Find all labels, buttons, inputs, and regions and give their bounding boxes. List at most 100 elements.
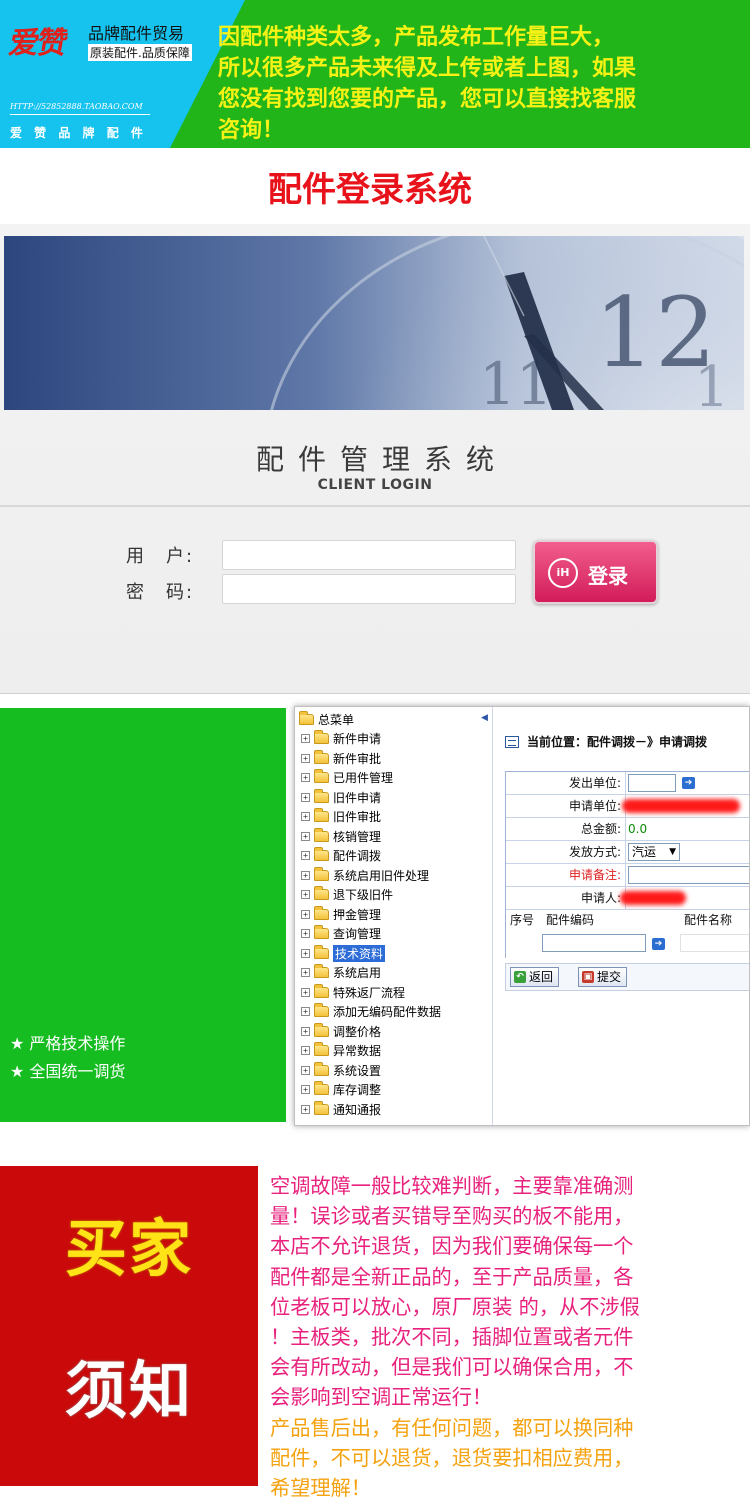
shipping-method-select[interactable]: 汽运 ▼ (628, 843, 680, 861)
username-input[interactable] (222, 540, 516, 570)
tree-item-label: 旧件审批 (333, 810, 382, 825)
part-name-input[interactable] (680, 934, 749, 952)
part-code-input[interactable] (542, 934, 646, 952)
folder-icon (314, 1100, 329, 1115)
back-button-label: 返回 (529, 970, 554, 984)
tree-item-label: 新件申请 (333, 732, 382, 747)
applicant-unit-value (622, 795, 749, 817)
tree-item-label: 特殊返厂流程 (333, 985, 406, 1000)
tree-list: + 新件申请 + 新件审批 + 已用件管理 + 旧件申请 + 旧件审批 + 核销管理 + 配件… (301, 729, 441, 1119)
login-button[interactable]: iH 登录 (533, 540, 658, 604)
expand-plus-icon[interactable]: + (301, 987, 310, 997)
submit-disk-icon: ▣ (582, 971, 594, 983)
folder-icon (314, 808, 329, 823)
expand-plus-icon[interactable]: + (301, 948, 310, 958)
expand-plus-icon[interactable]: + (301, 1026, 310, 1036)
expand-plus-icon[interactable]: + (301, 812, 310, 822)
tree-item[interactable]: + 异常数据 (301, 1041, 441, 1061)
tree-item[interactable]: + 旧件申请 (301, 788, 441, 808)
remark-input[interactable] (628, 866, 749, 884)
issuer-input[interactable] (628, 774, 676, 792)
submit-button-label: 提交 (597, 970, 622, 984)
remark-value (626, 864, 749, 886)
password-input[interactable] (222, 574, 516, 604)
folder-icon (314, 788, 329, 803)
parts-app-screenshot: 总菜单 ◀ + 新件申请 + 新件审批 + 已用件管理 + 旧件申请 + 旧件审批 + 核销… (294, 706, 750, 1126)
tree-item[interactable]: + 库存调整 (301, 1080, 441, 1100)
upload-notice-line: 咨询！ (218, 118, 285, 143)
expand-plus-icon[interactable]: + (301, 1007, 310, 1017)
buyer-notice-text: 空调故障一般比较难判断，主要靠准确测 量！误诊或者买错导至购买的板不能用， 本店… (270, 1171, 748, 1503)
notice-line: ！主板类，批次不同，插脚位置或者元件 (270, 1325, 634, 1350)
folder-icon (314, 886, 329, 901)
folder-icon (314, 769, 329, 784)
expand-plus-icon[interactable]: + (301, 734, 310, 744)
total-label: 总金额: (506, 818, 626, 840)
method-label: 发放方式: (506, 841, 626, 863)
expand-plus-icon[interactable]: + (301, 909, 310, 919)
expand-plus-icon[interactable]: + (301, 792, 310, 802)
page-title: 配件登录系统 (268, 170, 472, 210)
expand-plus-icon[interactable]: + (301, 1085, 310, 1095)
tree-item[interactable]: + 调整价格 (301, 1022, 441, 1042)
chevron-down-icon: ▼ (669, 847, 676, 857)
tree-item-label: 系统启用 (333, 966, 382, 981)
tree-item[interactable]: + 新件申请 (301, 729, 441, 749)
expand-plus-icon[interactable]: + (301, 968, 310, 978)
tree-item[interactable]: + 退下级旧件 (301, 885, 441, 905)
back-button[interactable]: ↶ 返回 (510, 967, 560, 987)
tree-item[interactable]: + 添加无编码配件数据 (301, 1002, 441, 1022)
folder-icon (314, 1003, 329, 1018)
login-subtitle: CLIENT LOGIN (317, 477, 433, 493)
shop-url[interactable]: HTTP://52852888.TAOBAO.COM (10, 102, 143, 111)
col-part-name: 配件名称 (684, 913, 733, 927)
tree-item[interactable]: + 系统启用 (301, 963, 441, 983)
tree-item[interactable]: + 新件审批 (301, 749, 441, 769)
form-row-method: 发放方式: 汽运 ▼ (506, 841, 749, 864)
expand-plus-icon[interactable]: + (301, 1065, 310, 1075)
tree-item[interactable]: + 通知通报 (301, 1100, 441, 1120)
upload-notice-line: 因配件种类太多，产品发布工作量巨大， (218, 25, 615, 50)
tree-item-label: 添加无编码配件数据 (333, 1005, 442, 1020)
upload-notice-line: 您没有找到您要的产品，您可以直接找客服 (218, 87, 637, 112)
lookup-arrow-icon[interactable]: ➔ (652, 938, 665, 950)
tree-item[interactable]: + 押金管理 (301, 905, 441, 925)
tree-item[interactable]: + 配件调拨 (301, 846, 441, 866)
expand-plus-icon[interactable]: + (301, 890, 310, 900)
product-detail-page: 爱赞 品牌配件贸易 原装配件.品质保障 HTTP://52852888.TAOB… (0, 0, 750, 1507)
notice-heading-notice: 须知 (64, 1354, 193, 1427)
folder-icon (314, 1042, 329, 1057)
tree-item[interactable]: + 核销管理 (301, 827, 441, 847)
shop-name: 爱 赞 品 牌 配 件 (10, 126, 147, 140)
shop-logo[interactable]: 爱赞 (6, 18, 70, 62)
expand-plus-icon[interactable]: + (301, 773, 310, 783)
expand-plus-icon[interactable]: + (301, 851, 310, 861)
menu-tree: 总菜单 ◀ + 新件申请 + 新件审批 + 已用件管理 + 旧件申请 + 旧件审批 + 核销… (295, 707, 493, 1125)
tree-item[interactable]: + 系统设置 (301, 1061, 441, 1081)
folder-icon (314, 1081, 329, 1096)
tree-item[interactable]: + 旧件审批 (301, 807, 441, 827)
upload-notice-line: 所以很多产品未来得及上传或者上图，如果 (218, 56, 637, 81)
tree-item[interactable]: + 已用件管理 (301, 768, 441, 788)
expand-plus-icon[interactable]: + (301, 1104, 310, 1114)
submit-button[interactable]: ▣ 提交 (578, 967, 628, 987)
expand-plus-icon[interactable]: + (301, 929, 310, 939)
expand-plus-icon[interactable]: + (301, 753, 310, 763)
lookup-arrow-icon[interactable]: ➔ (682, 777, 695, 789)
tree-item-label: 查询管理 (333, 927, 382, 942)
tree-item-selected[interactable]: + 技术资料 (301, 944, 441, 964)
expand-plus-icon[interactable]: + (301, 1046, 310, 1056)
expand-plus-icon[interactable]: + (301, 870, 310, 880)
redaction-mark (620, 891, 686, 905)
tree-item-label: 核销管理 (333, 829, 382, 844)
breadcrumb-text: 当前位置：配件调拨－》申请调拨 (527, 735, 708, 749)
tree-item[interactable]: + 特殊返厂流程 (301, 983, 441, 1003)
collapse-arrow-icon[interactable]: ◀ (481, 713, 488, 723)
password-label: 密 码: (126, 582, 195, 603)
tree-root-label: 总菜单 (318, 713, 355, 727)
tree-item[interactable]: + 查询管理 (301, 924, 441, 944)
tree-root[interactable]: 总菜单 (299, 711, 354, 728)
svg-text:1: 1 (694, 355, 730, 410)
tree-item[interactable]: + 系统启用旧件处理 (301, 866, 441, 886)
expand-plus-icon[interactable]: + (301, 831, 310, 841)
